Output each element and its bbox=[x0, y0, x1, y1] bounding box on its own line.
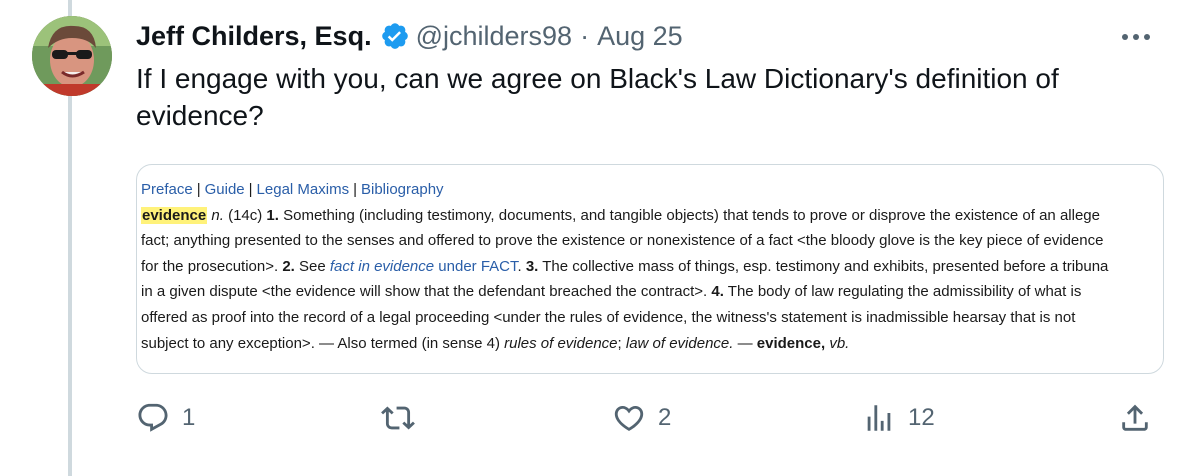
definition-text: subject to any exception>. — Also termed… bbox=[141, 334, 505, 352]
sense-number: 1. bbox=[266, 206, 279, 224]
also-termed: rules of evidence bbox=[504, 334, 618, 352]
share-icon bbox=[1122, 404, 1148, 431]
definition-text: . bbox=[517, 257, 526, 275]
definition-text: ; bbox=[617, 334, 626, 352]
like-icon bbox=[614, 405, 644, 431]
reply-count: 1 bbox=[182, 404, 196, 431]
more-icon[interactable] bbox=[1116, 22, 1156, 52]
author-handle[interactable]: @jchilders98 bbox=[416, 21, 572, 52]
avatar-image bbox=[32, 16, 112, 96]
nav-link-preface: Preface bbox=[141, 181, 193, 198]
definition-line-3: for the prosecution>. 2. See fact in evi… bbox=[141, 254, 1163, 280]
avatar[interactable] bbox=[32, 16, 112, 96]
reply-icon bbox=[138, 403, 168, 432]
verb-form: evidence, bbox=[756, 334, 826, 352]
definition-text: The collective mass of things, esp. test… bbox=[538, 257, 1109, 275]
sense-number: 4. bbox=[711, 283, 724, 301]
part-of-speech: vb. bbox=[829, 334, 850, 352]
nav-separator: | bbox=[196, 181, 201, 198]
share-button[interactable] bbox=[1118, 396, 1152, 440]
verified-badge-icon[interactable] bbox=[380, 21, 410, 51]
definition-text: The body of law regulating the admissibi… bbox=[723, 283, 1082, 301]
views-button[interactable]: 12 bbox=[862, 396, 935, 440]
retweet-icon bbox=[381, 406, 415, 430]
definition-text: — bbox=[733, 334, 757, 352]
tweet-text: If I engage with you, can we agree on Bl… bbox=[136, 63, 1059, 131]
like-count: 2 bbox=[658, 404, 672, 431]
cross-reference: under FACT bbox=[434, 257, 518, 275]
definition-line-5: offered as proof into the record of a le… bbox=[141, 308, 1076, 326]
definition-line-4: in a given dispute <the evidence will sh… bbox=[141, 279, 1163, 305]
cross-reference-italic: fact in evidence bbox=[329, 257, 435, 275]
tweet-actions: 1 2 12 bbox=[136, 396, 1166, 440]
like-button[interactable]: 2 bbox=[612, 396, 671, 440]
nav-separator: | bbox=[353, 181, 357, 198]
nav-separator: | bbox=[248, 181, 253, 198]
definition-text: for the prosecution>. bbox=[141, 257, 283, 275]
header-separator: · bbox=[580, 20, 590, 51]
definition-text: Something (including testimony, document… bbox=[278, 206, 1100, 224]
nav-link-bibliography: Bibliography bbox=[361, 181, 444, 198]
definition-text: (14c) bbox=[223, 206, 267, 224]
views-count: 12 bbox=[908, 404, 935, 431]
definition-line-1: evidence n. (14c) 1. Something (includin… bbox=[141, 203, 1163, 229]
reply-button[interactable]: 1 bbox=[136, 396, 195, 440]
dictionary-nav: Preface | Guide | Legal Maxims | Bibliography bbox=[141, 177, 1163, 203]
sense-number: 2. bbox=[282, 257, 295, 275]
tweet-header: Jeff Childers, Esq. @jchilders98 · Aug 2… bbox=[136, 16, 683, 56]
also-termed: law of evidence. bbox=[625, 334, 734, 352]
sense-number: 3. bbox=[525, 257, 539, 275]
author-name[interactable]: Jeff Childers, Esq. bbox=[136, 21, 372, 52]
nav-link-legal-maxims: Legal Maxims bbox=[256, 181, 350, 198]
definition-line-6: subject to any exception>. — Also termed… bbox=[141, 331, 1163, 357]
definition-line-2: fact; anything presented to the senses a… bbox=[141, 232, 1104, 250]
views-icon bbox=[867, 405, 891, 431]
definition-text: in a given dispute <the evidence will sh… bbox=[141, 283, 712, 301]
tweet-date[interactable]: Aug 25 bbox=[597, 21, 683, 52]
nav-link-guide: Guide bbox=[204, 181, 245, 198]
retweet-button[interactable] bbox=[381, 396, 427, 440]
headword: evidence bbox=[141, 206, 208, 224]
part-of-speech: n. bbox=[211, 206, 224, 224]
attached-image-card[interactable]: Preface | Guide | Legal Maxims | Bibliography … bbox=[136, 164, 1164, 374]
definition-text: See bbox=[294, 257, 330, 275]
dictionary-excerpt: Preface | Guide | Legal Maxims | Bibliography … bbox=[141, 177, 1163, 357]
